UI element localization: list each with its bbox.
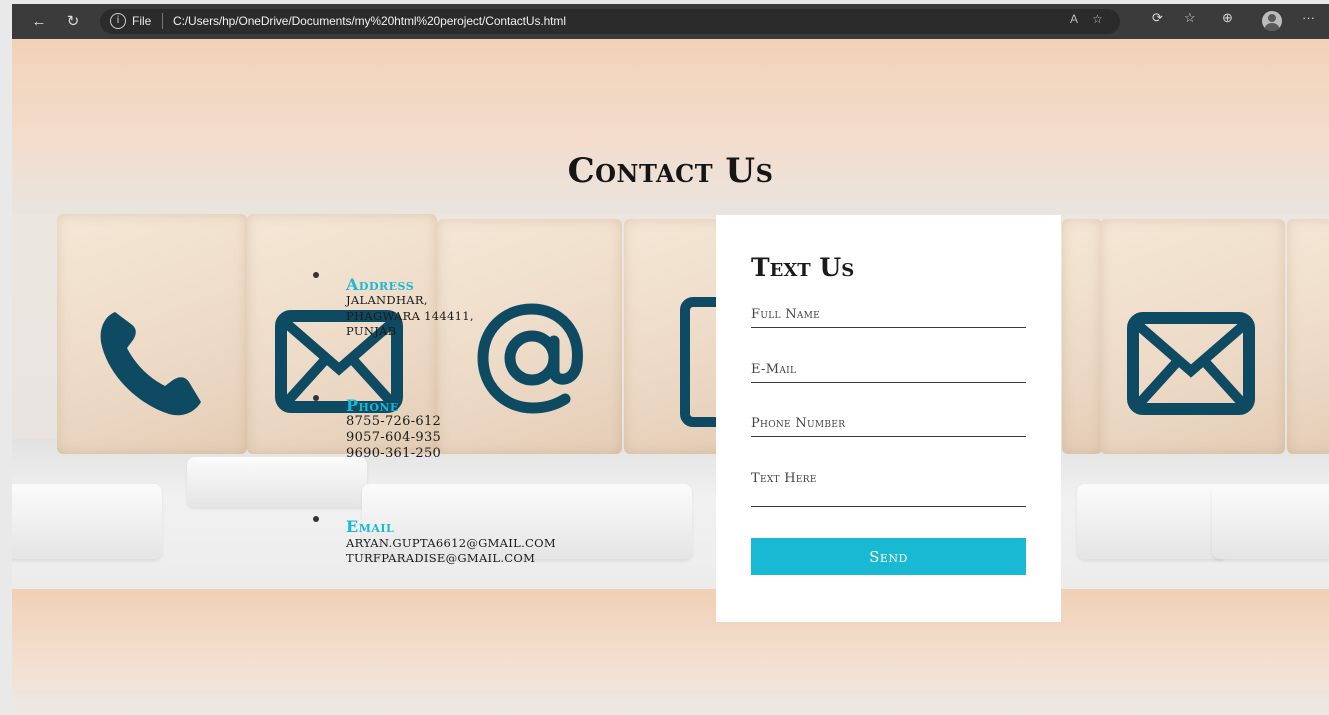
back-icon[interactable]: ← — [28, 10, 50, 32]
collections-icon[interactable]: ⊕ — [1222, 10, 1233, 26]
page-title: Contact Us — [567, 151, 774, 191]
envelope-icon — [1127, 312, 1255, 415]
email-heading: Email — [346, 517, 395, 536]
email-address: aryan.gupta6612@gmail.com — [346, 536, 556, 550]
more-menu-icon[interactable]: ··· — [1302, 10, 1315, 25]
send-button[interactable]: Send — [751, 538, 1026, 575]
contact-form-card: Text Us Full Name E-Mail Phone Number Te… — [716, 215, 1061, 622]
bullet — [313, 516, 319, 522]
read-aloud-icon[interactable]: A — [1070, 12, 1078, 26]
info-icon[interactable]: i — [110, 13, 126, 29]
message-textarea[interactable]: Text Here — [751, 464, 1026, 507]
add-favorite-icon[interactable]: ☆ — [1092, 12, 1103, 26]
phone-heading: Phone — [346, 396, 399, 415]
background-keyboard — [12, 439, 1329, 589]
extensions-icon[interactable]: ⟳ — [1152, 10, 1163, 26]
address-bar[interactable]: i File C:/Users/hp/OneDrive/Documents/my… — [100, 9, 1120, 34]
address-line: Jalandhar, — [346, 293, 428, 307]
browser-window: ← ↻ i File C:/Users/hp/OneDrive/Document… — [12, 4, 1329, 715]
address-heading: Address — [346, 275, 415, 294]
email-placeholder: E-Mail — [751, 362, 797, 377]
refresh-icon[interactable]: ↻ — [62, 10, 84, 32]
address-separator — [162, 13, 163, 29]
address-line: Punjab — [346, 324, 397, 338]
form-title: Text Us — [751, 253, 855, 282]
browser-toolbar: ← ↻ i File C:/Users/hp/OneDrive/Document… — [12, 4, 1329, 39]
file-label: File — [132, 14, 152, 28]
message-placeholder: Text Here — [751, 471, 817, 486]
phone-number-placeholder: Phone Number — [751, 416, 846, 431]
email-address: turfparadise@gmail.com — [346, 551, 536, 565]
bullet — [313, 272, 319, 278]
phone-number: 9057-604-935 — [346, 430, 442, 445]
cube — [1287, 219, 1329, 454]
at-sign-icon — [477, 303, 583, 414]
phone-icon — [100, 312, 201, 416]
full-name-field[interactable]: Full Name — [751, 300, 1026, 328]
phone-number: 9690-361-250 — [346, 446, 442, 461]
page-content: Contact Us Address Jalandhar, Phagwara 1… — [12, 39, 1329, 715]
full-name-placeholder: Full Name — [751, 307, 821, 322]
address-line: Phagwara 144411, — [346, 309, 474, 323]
background-bottom — [12, 589, 1329, 715]
url-text[interactable]: C:/Users/hp/OneDrive/Documents/my%20html… — [173, 14, 566, 28]
bullet — [313, 395, 319, 401]
phone-number-field[interactable]: Phone Number — [751, 409, 1026, 437]
cube — [1062, 219, 1102, 454]
profile-avatar[interactable] — [1262, 11, 1282, 31]
phone-number: 8755-726-612 — [346, 414, 442, 429]
email-field[interactable]: E-Mail — [751, 355, 1026, 383]
favorites-icon[interactable]: ☆ — [1184, 10, 1196, 26]
